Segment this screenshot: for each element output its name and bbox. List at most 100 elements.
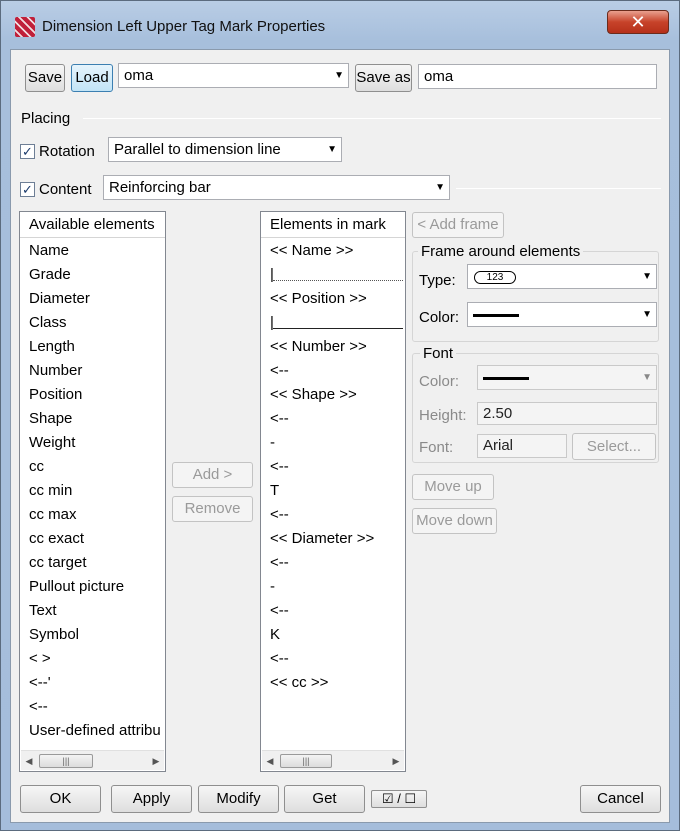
- list-item[interactable]: -: [261, 575, 405, 599]
- content-checkbox[interactable]: ✓: [20, 182, 35, 197]
- remove-button[interactable]: Remove: [172, 496, 253, 522]
- scroll-thumb[interactable]: |||: [280, 754, 332, 768]
- ok-button[interactable]: OK: [20, 785, 101, 813]
- list-item[interactable]: <--: [261, 599, 405, 623]
- list-item[interactable]: << cc >>: [261, 671, 405, 695]
- chevron-down-icon: ▼: [642, 372, 652, 383]
- content-value: Reinforcing bar: [109, 179, 211, 196]
- save-as-button[interactable]: Save as: [355, 64, 412, 92]
- rotation-label: Rotation: [39, 143, 95, 160]
- list-item[interactable]: << Diameter >>: [261, 527, 405, 551]
- content-select[interactable]: Reinforcing bar ▼: [103, 175, 450, 200]
- title-bar[interactable]: Dimension Left Upper Tag Mark Properties…: [1, 1, 679, 51]
- list-item[interactable]: cc max: [20, 503, 165, 527]
- list-item[interactable]: cc: [20, 455, 165, 479]
- list-item[interactable]: Number: [20, 359, 165, 383]
- list-item[interactable]: cc min: [20, 479, 165, 503]
- list-item[interactable]: <--': [20, 671, 165, 695]
- move-up-button[interactable]: Move up: [412, 474, 494, 500]
- list-item[interactable]: << Shape >>: [261, 383, 405, 407]
- list-item[interactable]: -: [261, 431, 405, 455]
- dialog-body: Save Load oma ▼ Save as oma Placing ✓ Ro…: [10, 49, 670, 823]
- cancel-button[interactable]: Cancel: [580, 785, 661, 813]
- font-select-button[interactable]: Select...: [572, 433, 656, 460]
- frame-type-label: Type:: [419, 272, 456, 289]
- list-item[interactable]: <--: [261, 407, 405, 431]
- list-item[interactable]: Symbol: [20, 623, 165, 647]
- font-height-field[interactable]: 2.50: [477, 402, 657, 425]
- apply-button[interactable]: Apply: [111, 785, 192, 813]
- list-item[interactable]: << Name >>: [261, 239, 405, 263]
- preset-select[interactable]: oma ▼: [118, 63, 349, 88]
- list-item-separator[interactable]: |: [261, 311, 405, 335]
- list-item[interactable]: Weight: [20, 431, 165, 455]
- available-hscrollbar[interactable]: ◀ ||| ▶: [21, 750, 164, 770]
- scroll-thumb[interactable]: |||: [39, 754, 93, 768]
- list-item-separator[interactable]: |: [261, 263, 405, 287]
- toggle-all-button[interactable]: ☑ / ☐: [371, 790, 427, 808]
- add-frame-button[interactable]: < Add frame: [412, 212, 504, 238]
- scroll-right-icon[interactable]: ▶: [148, 751, 164, 771]
- chevron-down-icon: ▼: [642, 309, 652, 320]
- elements-in-mark-list[interactable]: Elements in mark << Name >> | << Positio…: [260, 211, 406, 772]
- save-button[interactable]: Save: [25, 64, 65, 92]
- list-item[interactable]: Shape: [20, 407, 165, 431]
- list-item[interactable]: < >: [20, 647, 165, 671]
- load-button[interactable]: Load: [71, 64, 113, 92]
- in-mark-hscrollbar[interactable]: ◀ ||| ▶: [262, 750, 404, 770]
- close-icon: ✕: [630, 12, 646, 32]
- scroll-right-icon[interactable]: ▶: [388, 751, 404, 771]
- window-title: Dimension Left Upper Tag Mark Properties: [42, 18, 326, 35]
- list-item[interactable]: Name: [20, 239, 165, 263]
- chevron-down-icon: ▼: [334, 70, 344, 81]
- scroll-left-icon[interactable]: ◀: [21, 751, 37, 771]
- list-item[interactable]: cc target: [20, 551, 165, 575]
- check-icon: ✓: [22, 182, 33, 197]
- scroll-left-icon[interactable]: ◀: [262, 751, 278, 771]
- get-button[interactable]: Get: [284, 785, 365, 813]
- frame-color-label: Color:: [419, 309, 460, 326]
- list-item[interactable]: T: [261, 479, 405, 503]
- chevron-down-icon: ▼: [642, 271, 652, 282]
- rotation-value: Parallel to dimension line: [114, 141, 281, 158]
- rotation-select[interactable]: Parallel to dimension line ▼: [108, 137, 342, 162]
- list-item[interactable]: <--: [20, 695, 165, 719]
- list-item[interactable]: <--: [261, 359, 405, 383]
- list-item[interactable]: <--: [261, 551, 405, 575]
- color-swatch: [473, 314, 519, 317]
- save-as-field[interactable]: oma: [418, 64, 657, 89]
- list-item[interactable]: Grade: [20, 263, 165, 287]
- list-item[interactable]: Pullout picture: [20, 575, 165, 599]
- list-item[interactable]: <--: [261, 647, 405, 671]
- add-button[interactable]: Add >: [172, 462, 253, 488]
- list-item[interactable]: User-defined attribu: [20, 719, 165, 743]
- font-name-label: Font:: [419, 439, 454, 456]
- content-divider: [456, 188, 661, 189]
- font-color-select[interactable]: ▼: [477, 365, 657, 390]
- frame-group-title: Frame around elements: [418, 243, 584, 260]
- list-item[interactable]: << Position >>: [261, 287, 405, 311]
- available-elements-list[interactable]: Available elements Name Grade Diameter C…: [19, 211, 166, 772]
- check-icon: ✓: [22, 144, 33, 159]
- frame-type-select[interactable]: 123 ▼: [467, 264, 657, 289]
- list-item[interactable]: K: [261, 623, 405, 647]
- list-item[interactable]: << Number >>: [261, 335, 405, 359]
- font-name-field[interactable]: Arial: [477, 434, 567, 458]
- preset-value: oma: [124, 67, 154, 84]
- close-button[interactable]: ✕: [607, 10, 669, 34]
- font-color-label: Color:: [419, 373, 460, 390]
- color-swatch: [483, 377, 529, 380]
- list-item[interactable]: Length: [20, 335, 165, 359]
- list-item[interactable]: Diameter: [20, 287, 165, 311]
- list-item[interactable]: <--: [261, 455, 405, 479]
- list-item[interactable]: cc exact: [20, 527, 165, 551]
- list-item[interactable]: Text: [20, 599, 165, 623]
- rotation-checkbox[interactable]: ✓: [20, 144, 35, 159]
- frame-color-select[interactable]: ▼: [467, 302, 657, 327]
- move-down-button[interactable]: Move down: [412, 508, 497, 534]
- list-item[interactable]: Position: [20, 383, 165, 407]
- list-item[interactable]: Class: [20, 311, 165, 335]
- app-icon: [15, 17, 35, 37]
- list-item[interactable]: <--: [261, 503, 405, 527]
- modify-button[interactable]: Modify: [198, 785, 279, 813]
